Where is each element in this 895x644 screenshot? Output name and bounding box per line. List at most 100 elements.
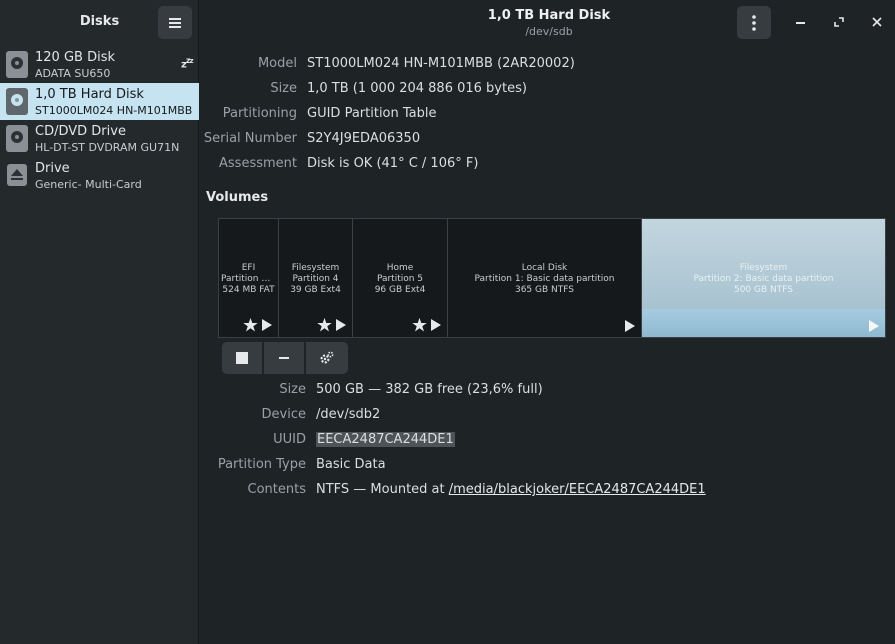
- partition-size: 500 GB NTFS: [733, 285, 793, 295]
- serial-value: S2Y4J9EDA06350: [307, 131, 421, 146]
- play-icon: [869, 320, 879, 332]
- main-menu-button[interactable]: [158, 6, 192, 39]
- partitioning-row: Partitioning: [200, 106, 297, 124]
- mount-path-link[interactable]: /media/blackjoker/EECA2487CA244DE1: [449, 482, 706, 497]
- size-row: Size: [200, 81, 297, 99]
- volume-size-row: Size: [200, 382, 306, 400]
- minimize-icon: [796, 22, 805, 24]
- usage-bar: [642, 309, 885, 337]
- optical-drive-icon: [6, 125, 28, 152]
- partition-options-button[interactable]: [306, 342, 348, 374]
- drive-name: Drive: [35, 161, 70, 176]
- partition-name: Home: [386, 263, 414, 273]
- drive-name: 120 GB Disk: [35, 50, 115, 65]
- contents-value: NTFS — Mounted at /media/blackjoker/EECA…: [316, 482, 706, 500]
- partition-filesystem-4[interactable]: Filesystem Partition 4 39 GB Ext4: [279, 219, 353, 337]
- close-button[interactable]: [868, 13, 886, 31]
- sidebar: Disks 120 GB Disk ADATA SU650 zzz 1,0 TB…: [0, 0, 199, 644]
- partition-type-row: Partition Type: [200, 457, 306, 475]
- star-icon: [243, 318, 258, 332]
- minus-icon: [279, 357, 289, 359]
- partition-size: 524 MB FAT: [222, 285, 275, 295]
- hamburger-icon: [169, 17, 181, 28]
- partition-local-disk[interactable]: Local Disk Partition 1: Basic data parti…: [448, 219, 642, 337]
- uuid-row: UUID: [200, 432, 306, 450]
- drive-model: ADATA SU650: [35, 67, 111, 80]
- serial-label: Serial Number: [203, 131, 297, 146]
- volume-map: EFI Partition 3: … 524 MB FAT Filesystem…: [218, 218, 886, 338]
- drive-model: Generic- Multi-Card: [35, 178, 142, 191]
- partition-filesystem-2[interactable]: Filesystem Partition 2: Basic data parti…: [642, 219, 885, 337]
- model-label: Model: [257, 56, 297, 71]
- partition-size: 365 GB NTFS: [514, 285, 574, 295]
- main-panel: 1,0 TB Hard Disk /dev/sdb Model ST1000LM…: [200, 0, 895, 644]
- play-icon: [262, 319, 272, 331]
- partition-desc: Partition 5: [376, 274, 424, 284]
- partition-type-value: Basic Data: [316, 457, 386, 472]
- assessment-label: Assessment: [219, 156, 297, 171]
- size-label: Size: [270, 81, 297, 96]
- model-value: ST1000LM024 HN-M101MBB (2AR20002): [307, 56, 575, 71]
- delete-partition-button[interactable]: [264, 342, 304, 374]
- partition-name: EFI: [241, 263, 256, 273]
- disk-device-path: /dev/sdb: [525, 25, 573, 38]
- partition-home[interactable]: Home Partition 5 96 GB Ext4: [353, 219, 448, 337]
- volume-toolbar: [222, 342, 350, 374]
- sleep-icon: zzz: [181, 56, 194, 71]
- partition-desc: Partition 1: Basic data partition: [474, 274, 615, 284]
- volume-size-value: 500 GB — 382 GB free (23,6% full): [316, 382, 543, 397]
- assessment-value: Disk is OK (41° C / 106° F): [307, 156, 479, 171]
- drive-options-button[interactable]: [737, 6, 771, 39]
- disk-title: 1,0 TB Hard Disk: [487, 8, 611, 23]
- partition-name: Filesystem: [291, 263, 340, 273]
- drive-item-120gb[interactable]: 120 GB Disk ADATA SU650 zzz: [0, 46, 199, 83]
- minimize-button[interactable]: [792, 13, 810, 31]
- drive-model: ST1000LM024 HN-M101MBB: [35, 104, 193, 117]
- disk-icon: [6, 88, 28, 115]
- device-label: Device: [261, 407, 306, 422]
- partition-name: Filesystem: [739, 263, 788, 273]
- partitioning-label: Partitioning: [222, 106, 297, 121]
- star-icon: [317, 318, 332, 332]
- more-vertical-icon: [752, 14, 756, 31]
- drive-name: 1,0 TB Hard Disk: [35, 87, 144, 102]
- eject-icon: [7, 164, 27, 186]
- star-icon: [412, 318, 427, 332]
- contents-row: Contents: [200, 482, 306, 500]
- drive-name: CD/DVD Drive: [35, 124, 126, 139]
- volume-size-label: Size: [279, 382, 306, 397]
- partition-desc: Partition 2: Basic data partition: [693, 274, 834, 284]
- assessment-row: Assessment: [200, 156, 297, 174]
- unmount-button[interactable]: [222, 342, 262, 374]
- play-icon: [625, 320, 635, 332]
- uuid-value[interactable]: EECA2487CA244DE1: [316, 432, 455, 450]
- contents-prefix: NTFS — Mounted at: [316, 482, 449, 497]
- sidebar-header: Disks: [0, 0, 199, 45]
- drive-list: 120 GB Disk ADATA SU650 zzz 1,0 TB Hard …: [0, 46, 199, 194]
- uuid-text[interactable]: EECA2487CA244DE1: [316, 432, 455, 447]
- gears-icon: [320, 351, 334, 364]
- drive-item-card-reader[interactable]: Drive Generic- Multi-Card: [0, 157, 199, 194]
- partition-efi[interactable]: EFI Partition 3: … 524 MB FAT: [219, 219, 279, 337]
- maximize-button[interactable]: [830, 13, 848, 31]
- play-icon: [336, 319, 346, 331]
- play-icon: [431, 319, 441, 331]
- partition-desc: Partition 4: [292, 274, 339, 284]
- maximize-icon: [834, 17, 844, 27]
- uuid-label: UUID: [273, 432, 306, 447]
- partition-size: 96 GB Ext4: [374, 285, 426, 295]
- partition-desc: Partition 3: …: [221, 274, 278, 284]
- disk-icon: [6, 51, 28, 78]
- size-value: 1,0 TB (1 000 204 886 016 bytes): [307, 81, 527, 96]
- drive-item-1tb[interactable]: 1,0 TB Hard Disk ST1000LM024 HN-M101MBB: [0, 83, 199, 120]
- stop-icon: [236, 352, 248, 364]
- contents-label: Contents: [247, 482, 306, 497]
- device-value: /dev/sdb2: [316, 407, 381, 422]
- partition-type-label: Partition Type: [217, 457, 306, 472]
- serial-row: Serial Number: [200, 131, 297, 149]
- partitioning-value: GUID Partition Table: [307, 106, 437, 121]
- drive-model: HL-DT-ST DVDRAM GU71N: [35, 141, 180, 154]
- drive-item-cd-dvd[interactable]: CD/DVD Drive HL-DT-ST DVDRAM GU71N: [0, 120, 199, 157]
- volumes-heading: Volumes: [206, 190, 269, 205]
- partition-size: 39 GB Ext4: [290, 285, 341, 295]
